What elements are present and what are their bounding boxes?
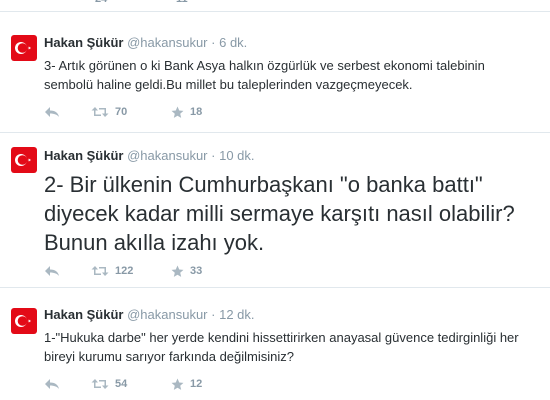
tweet-text: 1-"Hukuka darbe" her yerde kendini hisse… bbox=[44, 330, 519, 364]
retweet-count: 70 bbox=[115, 106, 128, 118]
author-handle[interactable]: @hakansukur bbox=[127, 35, 207, 50]
author-handle[interactable]: @hakansukur bbox=[127, 148, 207, 163]
favorite-count: 12 bbox=[190, 378, 203, 390]
retweet-button[interactable]: 54 bbox=[91, 376, 127, 392]
retweet-action-partial[interactable]: 24 bbox=[89, 0, 107, 7]
retweet-count: 54 bbox=[115, 378, 128, 390]
tweet[interactable]: Hakan Şükür @hakansukur · 10 dk. 2- Bir … bbox=[0, 133, 550, 288]
tweet-time[interactable]: 6 dk. bbox=[219, 35, 247, 50]
retweet-button[interactable]: 122 bbox=[91, 263, 133, 279]
author-name[interactable]: Hakan Şükür bbox=[44, 307, 123, 322]
star-icon bbox=[171, 106, 184, 118]
retweet-icon bbox=[91, 266, 109, 276]
tweet-header: Hakan Şükür @hakansukur · 12 dk. bbox=[44, 307, 255, 322]
avatar[interactable] bbox=[11, 147, 37, 173]
reply-icon bbox=[45, 107, 59, 117]
tweet-text: 3- Artık görünen o ki Bank Asya halkın ö… bbox=[44, 58, 485, 92]
tweet-text: 2- Bir ülkenin Cumhurbaşkanı "o banka ba… bbox=[44, 172, 515, 255]
author-handle[interactable]: @hakansukur bbox=[127, 307, 207, 322]
turkish-flag-icon bbox=[11, 308, 37, 334]
separator: · bbox=[211, 35, 216, 50]
favorite-action-partial[interactable]: 11 bbox=[170, 0, 188, 7]
reply-button[interactable] bbox=[44, 263, 60, 279]
favorite-count-partial: 11 bbox=[176, 0, 188, 5]
turkish-flag-icon bbox=[11, 147, 37, 173]
favorite-button[interactable]: 18 bbox=[171, 104, 202, 120]
tweet[interactable]: Hakan Şükür @hakansukur · 12 dk. 1-"Huku… bbox=[0, 288, 550, 400]
retweet-count-partial: 24 bbox=[95, 0, 107, 5]
tweet-header: Hakan Şükür @hakansukur · 10 dk. bbox=[44, 148, 255, 163]
retweet-icon bbox=[91, 107, 109, 117]
retweet-count: 122 bbox=[115, 265, 134, 277]
reply-icon bbox=[45, 379, 59, 389]
author-name[interactable]: Hakan Şükür bbox=[44, 148, 123, 163]
separator: · bbox=[211, 148, 216, 163]
previous-tweet-partial: 24 11 bbox=[0, 0, 550, 12]
turkish-flag-icon bbox=[11, 35, 37, 61]
separator: · bbox=[211, 307, 216, 322]
retweet-icon bbox=[91, 379, 109, 389]
favorite-count: 18 bbox=[190, 106, 203, 118]
favorite-count: 33 bbox=[190, 265, 203, 277]
avatar[interactable] bbox=[11, 35, 37, 61]
star-icon bbox=[171, 265, 184, 277]
avatar[interactable] bbox=[11, 308, 37, 334]
author-name[interactable]: Hakan Şükür bbox=[44, 35, 123, 50]
tweet[interactable]: Hakan Şükür @hakansukur · 6 dk. 3- Artık… bbox=[0, 25, 550, 133]
favorite-button[interactable]: 12 bbox=[171, 376, 202, 392]
tweet-header: Hakan Şükür @hakansukur · 6 dk. bbox=[44, 35, 247, 50]
tweet-time[interactable]: 10 dk. bbox=[219, 148, 254, 163]
tweet-time[interactable]: 12 dk. bbox=[219, 307, 254, 322]
reply-button[interactable] bbox=[44, 104, 60, 120]
star-icon bbox=[171, 378, 184, 390]
reply-button[interactable] bbox=[44, 376, 60, 392]
reply-icon bbox=[45, 266, 59, 276]
favorite-button[interactable]: 33 bbox=[171, 263, 202, 279]
retweet-button[interactable]: 70 bbox=[91, 104, 127, 120]
